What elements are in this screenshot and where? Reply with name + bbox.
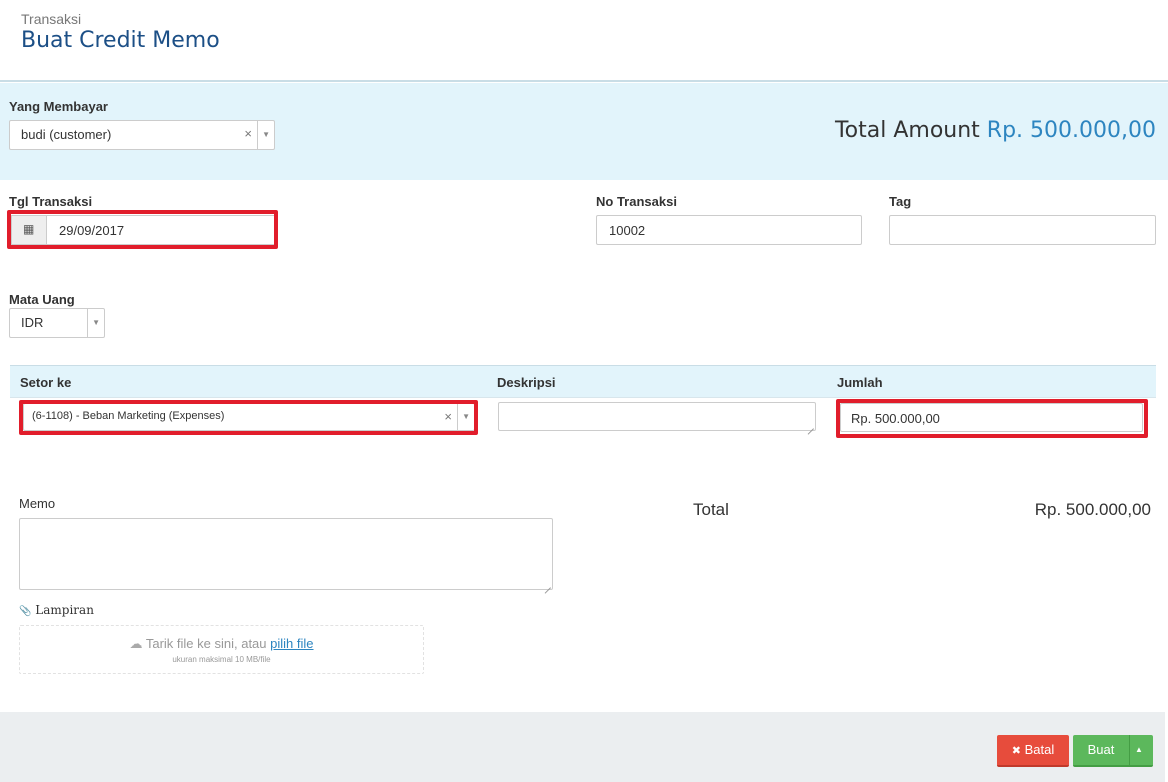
attachment-label-text: Lampiran [35,603,94,617]
file-dropzone[interactable]: ☁ Tarik file ke sini, atau pilih file uk… [19,625,424,674]
lines-header: Setor ke Deskripsi Jumlah [10,365,1156,398]
description-field[interactable] [498,402,816,431]
chevron-down-icon[interactable]: ▼ [262,130,270,139]
date-label: Tgl Transaksi [9,194,93,209]
highlight-account [19,400,478,435]
payer-label: Yang Membayar [9,99,108,114]
paperclip-icon: 📎 [19,606,32,617]
col-amount: Jumlah [837,375,883,390]
total-label: Total [693,500,729,519]
resize-handle[interactable] [806,421,814,429]
currency-value: IDR [21,315,44,330]
cloud-upload-icon: ☁ [129,636,143,651]
select-divider [87,309,88,337]
page-header: Transaksi Buat Credit Memo [0,0,1168,82]
number-label: No Transaksi [596,194,677,209]
col-account: Setor ke [20,375,72,390]
pick-file-link[interactable]: pilih file [270,636,313,651]
currency-select[interactable]: IDR ▼ [9,308,105,338]
currency-label: Mata Uang [9,292,75,307]
page-title: Buat Credit Memo [21,28,220,53]
total-amount: Total Amount Rp. 500.000,00 [835,118,1156,143]
select-divider [257,121,258,149]
total-amount-value: Rp. 500.000,00 [986,118,1156,143]
dropzone-text: Tarik file ke sini, atau [145,636,267,651]
button-divider [1129,735,1130,765]
number-field[interactable]: 10002 [596,215,862,245]
clear-icon[interactable]: × [244,126,252,141]
dropzone-hint: ukuran maksimal 10 MB/file [172,655,271,664]
dropzone-message: ☁ Tarik file ke sini, atau pilih file [20,636,423,652]
attachment-label: 📎 Lampiran [19,603,94,617]
caret-up-icon[interactable]: ▲ [1135,735,1143,765]
payer-value: budi (customer) [21,127,112,142]
memo-field[interactable] [19,518,553,590]
form-footer [0,712,1165,782]
payer-select[interactable]: budi (customer) × ▼ [9,120,275,150]
resize-handle[interactable] [543,580,551,588]
total-amount-label: Total Amount [834,118,980,143]
tag-label: Tag [889,194,912,209]
breadcrumb[interactable]: Transaksi [21,11,81,27]
memo-label: Memo [19,496,56,511]
close-icon: ✖ [1011,745,1021,757]
create-button[interactable]: Buat ▲ [1073,735,1153,767]
col-description: Deskripsi [497,375,556,390]
cancel-button[interactable]: ✖ Batal [997,735,1069,767]
create-button-label[interactable]: Buat [1073,735,1129,765]
highlight-amount [836,399,1148,438]
total-value: Rp. 500.000,00 [1034,500,1151,519]
tag-field[interactable] [889,215,1156,245]
number-value: 10002 [609,223,646,238]
cancel-button-label: Batal [1024,742,1055,757]
chevron-down-icon[interactable]: ▼ [92,318,100,327]
highlight-date [7,210,278,249]
